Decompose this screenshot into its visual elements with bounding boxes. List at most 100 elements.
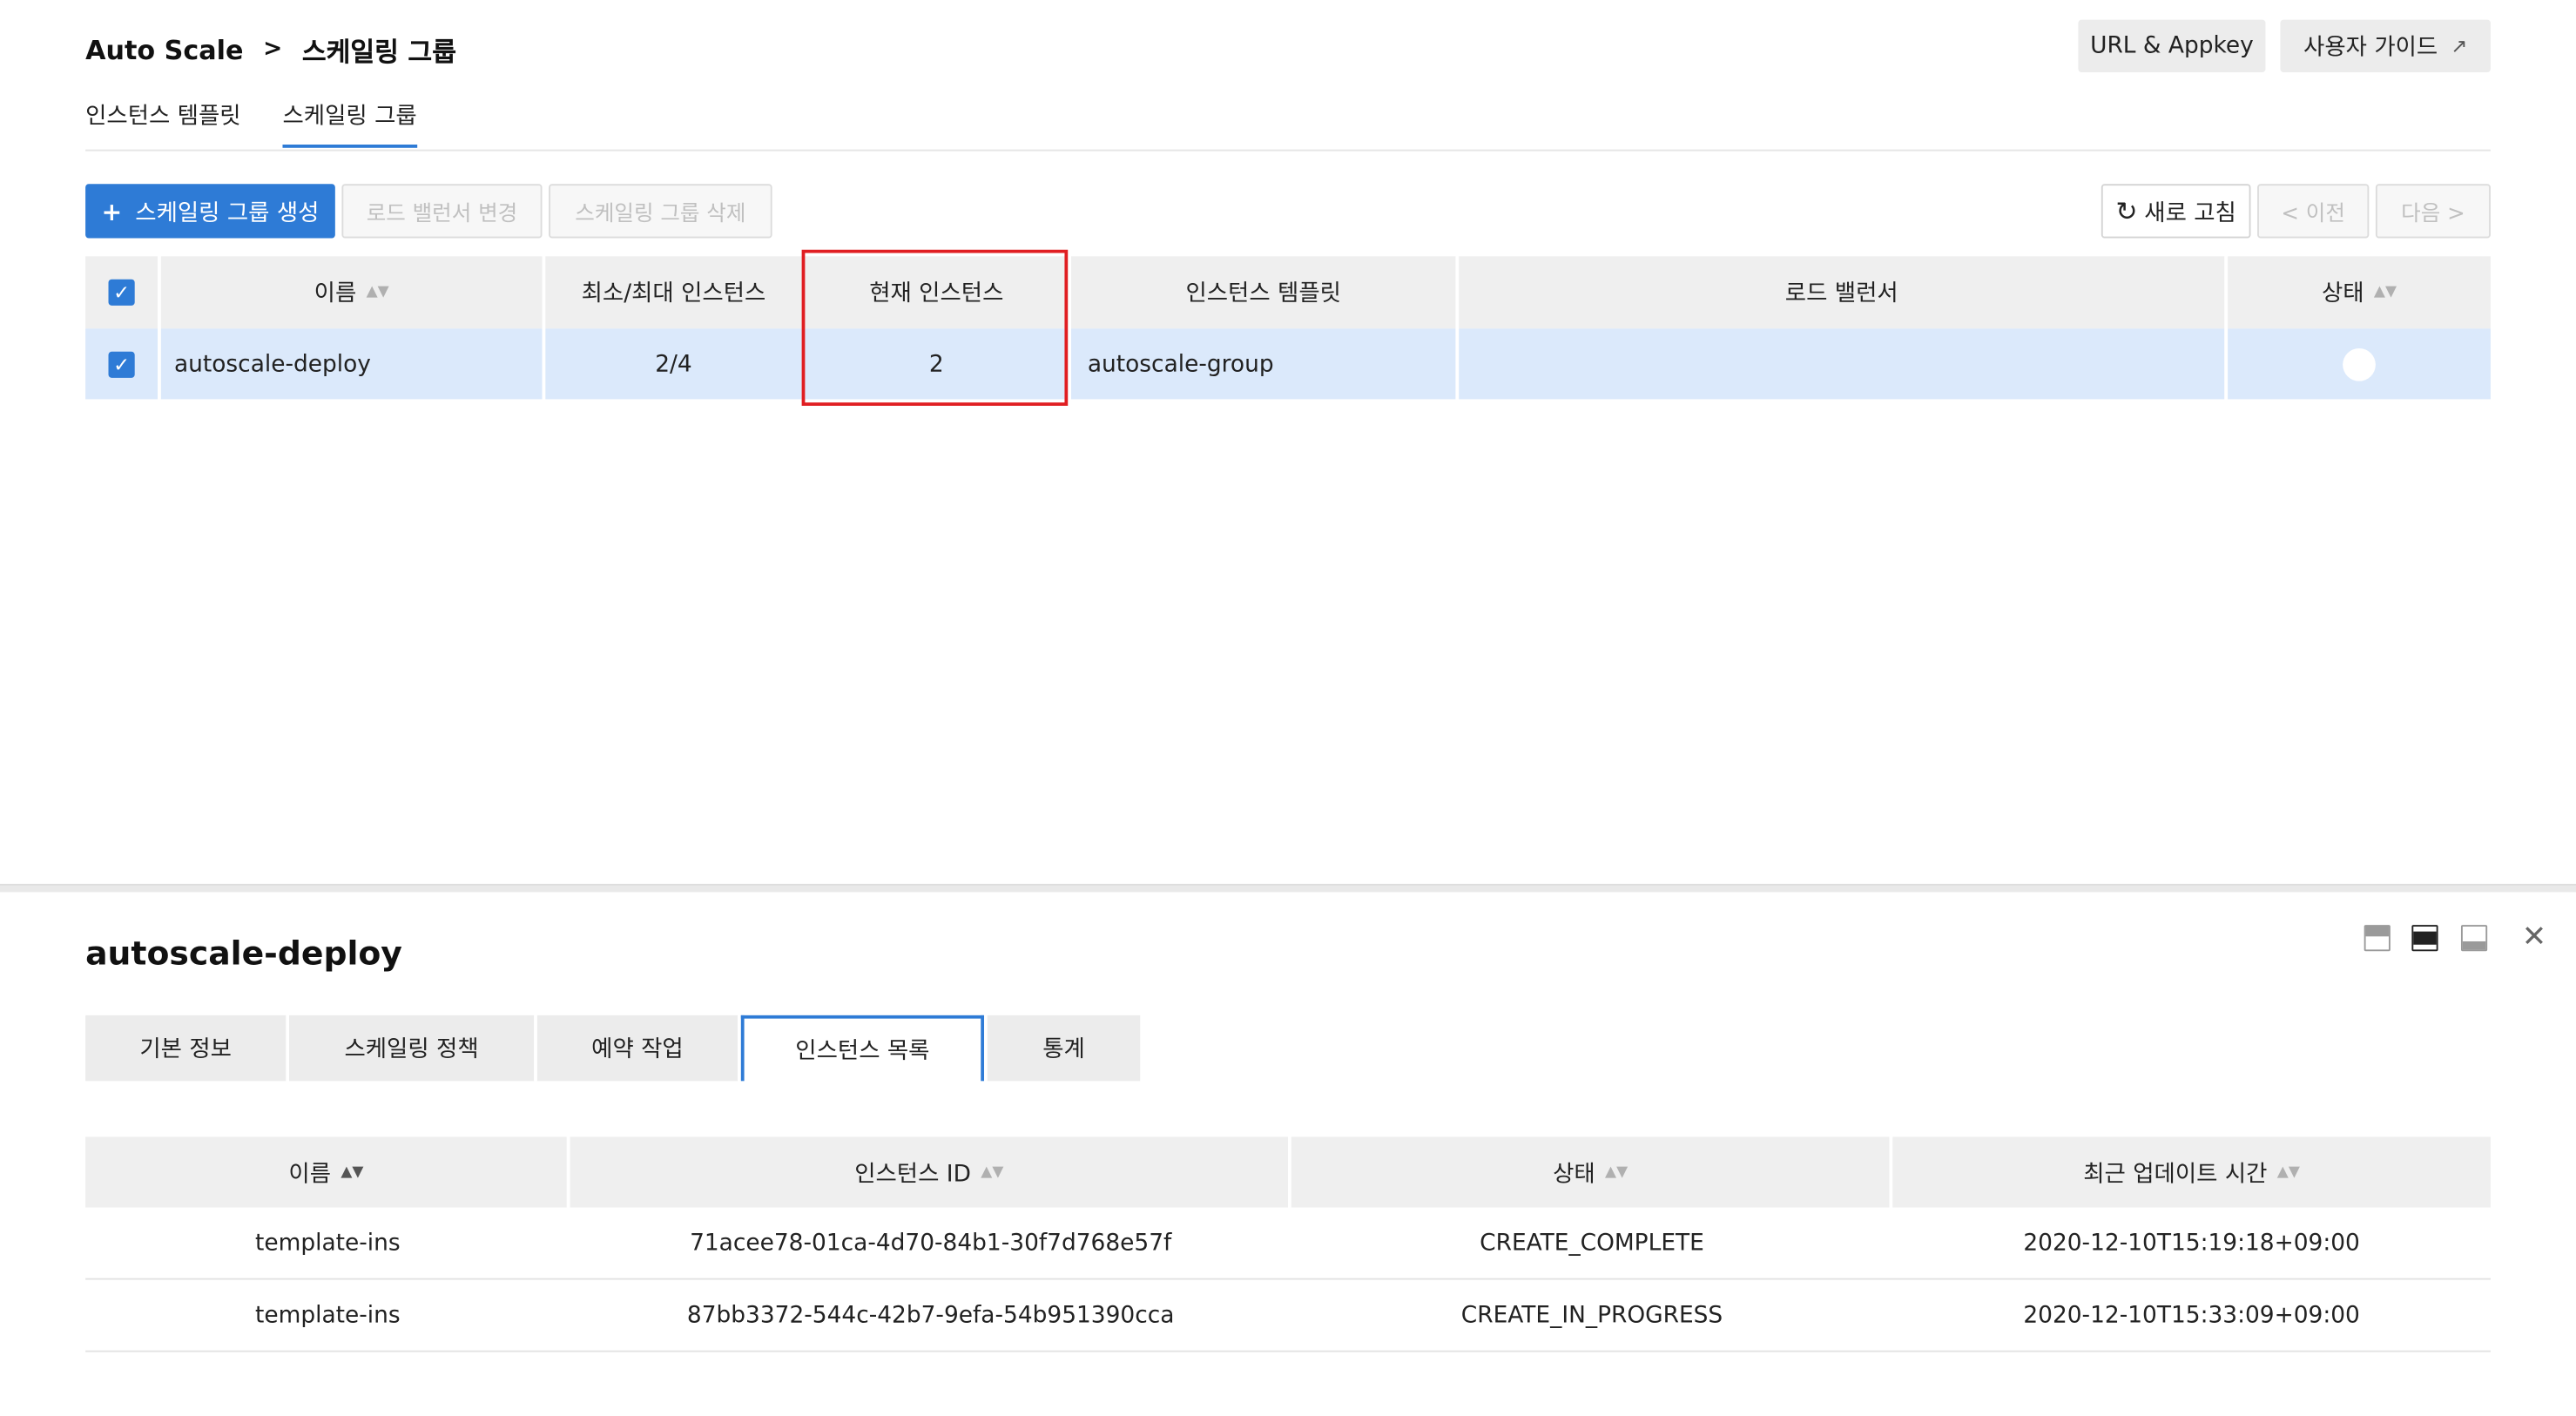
tab-label: 인스턴스 템플릿 [85,103,241,131]
header-label: 이름 [314,280,357,307]
instance-id: 71acee78-01ca-4d70-84b1-30f7d768e57f [690,1230,1172,1257]
select-all-cell: ✓ [85,256,158,329]
instance-name: template-ins [255,1302,401,1329]
group-name: autoscale-deploy [173,350,371,377]
url-appkey-label: URL & Appkey [2090,32,2254,59]
sort-icon: ▲▼ [1605,1163,1629,1181]
header-label: 인스턴스 템플릿 [1185,280,1341,307]
breadcrumb: Auto Scale > 스케일링 그룹 [85,30,456,69]
tab-statistics[interactable]: 통계 [987,1015,1141,1082]
layout-middle-icon[interactable] [2411,925,2438,952]
column-header-status[interactable]: 상태 ▲▼ [1291,1136,1890,1208]
row-select-cell: ✓ [85,328,158,400]
header-label: 최근 업데이트 시간 [2083,1160,2268,1187]
instance-updated-cell: 2020-12-10T15:19:18+09:00 [1892,1208,2491,1278]
instance-id-cell: 71acee78-01ca-4d70-84b1-30f7d768e57f [570,1208,1291,1278]
column-header-template: 인스턴스 템플릿 [1070,256,1456,329]
change-load-balancer-button[interactable]: 로드 밸런서 변경 [341,184,543,239]
create-scaling-group-button[interactable]: + 스케일링 그룹 생성 [85,184,335,239]
instance-status-cell: CREATE_IN_PROGRESS [1291,1280,1892,1351]
group-name-cell[interactable]: autoscale-deploy [160,328,543,400]
highlight-box [801,249,1069,406]
layout-top-icon[interactable] [2364,925,2391,952]
header-label: 상태 [2321,280,2364,307]
tab-label: 인스턴스 목록 [795,1038,930,1065]
sort-icon: ▲▼ [341,1163,364,1181]
sort-icon: ▲▼ [981,1163,1004,1181]
header-label: 인스턴스 ID [854,1160,971,1187]
change-lb-label: 로드 밸런서 변경 [366,202,518,227]
instance-id-cell: 87bb3372-544c-42b7-9efa-54b951390cca [570,1280,1291,1351]
min-max-value: 2/4 [655,350,692,377]
table-row[interactable]: template-ins 87bb3372-544c-42b7-9efa-54b… [85,1280,2491,1351]
layout-bottom-icon[interactable] [2460,925,2488,952]
column-header-load-balancer: 로드 밸런서 [1459,256,2225,329]
instance-status: CREATE_COMPLETE [1480,1230,1704,1257]
column-header-min-max: 최소/최대 인스턴스 [545,256,802,329]
next-page-button[interactable]: 다음 > [2375,184,2491,239]
create-label: 스케일링 그룹 생성 [135,199,320,226]
instances-table-header: 이름 ▲▼ 인스턴스 ID ▲▼ 상태 ▲▼ 최근 업데이트 시간 ▲▼ [85,1136,2491,1208]
table-row[interactable]: template-ins 71acee78-01ca-4d70-84b1-30f… [85,1208,2491,1278]
next-label: 다음 > [2401,202,2465,227]
groups-table-header: ✓ 이름 ▲▼ 최소/최대 인스턴스 현재 인스턴스 인스턴스 템플릿 로드 밸런… [85,256,2491,329]
prev-label: < 이전 [2281,202,2345,227]
delete-label: 스케일링 그룹 삭제 [575,202,746,227]
column-header-status[interactable]: 상태 ▲▼ [2228,256,2491,329]
instance-name-cell: template-ins [85,1280,570,1351]
tab-scaling-group[interactable]: 스케일링 그룹 [282,98,417,148]
sort-icon: ▲▼ [2276,1163,2300,1181]
url-appkey-button[interactable]: URL & Appkey [2078,19,2266,73]
tab-label: 스케일링 정책 [344,1036,479,1063]
tab-scheduled-jobs[interactable]: 예약 작업 [536,1015,738,1082]
chevron-right-icon: > [263,36,283,63]
instance-status: CREATE_IN_PROGRESS [1460,1302,1723,1329]
plus-icon: + [101,196,123,226]
divider [85,149,2491,152]
tab-label: 통계 [1042,1036,1085,1063]
prev-page-button[interactable]: < 이전 [2257,184,2370,239]
detail-title: autoscale-deploy [85,933,402,973]
tab-instance-list[interactable]: 인스턴스 목록 [740,1015,985,1082]
refresh-label: 새로 고침 [2144,199,2236,226]
column-header-instance-id[interactable]: 인스턴스 ID ▲▼ [570,1136,1289,1208]
template-value: autoscale-group [1087,350,1274,377]
row-divider [85,1350,2491,1352]
instance-name: template-ins [255,1230,401,1257]
refresh-icon: ↻ [2115,195,2138,227]
instance-status-cell: CREATE_COMPLETE [1291,1208,1892,1278]
refresh-button[interactable]: ↻ 새로 고침 [2101,184,2251,239]
header-label: 최소/최대 인스턴스 [581,280,766,307]
delete-scaling-group-button[interactable]: 스케일링 그룹 삭제 [549,184,772,239]
sort-icon: ▲▼ [366,284,389,301]
instance-updated: 2020-12-10T15:33:09+09:00 [2023,1302,2360,1329]
header-label: 이름 [288,1160,332,1187]
tab-basic-info[interactable]: 기본 정보 [85,1015,287,1082]
column-header-name[interactable]: 이름 ▲▼ [85,1136,567,1208]
instance-id: 87bb3372-544c-42b7-9efa-54b951390cca [686,1302,1175,1329]
instance-name-cell: template-ins [85,1208,570,1278]
tab-label: 스케일링 그룹 [282,103,417,131]
panel-resize-handle[interactable] [0,883,2576,893]
tab-label: 예약 작업 [591,1036,684,1063]
close-icon[interactable]: ✕ [2522,920,2546,954]
column-header-updated[interactable]: 최근 업데이트 시간 ▲▼ [1892,1136,2491,1208]
load-balancer-cell [1459,328,2225,400]
table-row[interactable]: ✓ autoscale-deploy 2/4 2 autoscale-group [85,328,2491,400]
user-guide-label: 사용자 가이드 [2303,34,2438,61]
tab-instance-template[interactable]: 인스턴스 템플릿 [85,98,241,131]
column-header-name[interactable]: 이름 ▲▼ [160,256,543,329]
breadcrumb-root[interactable]: Auto Scale [85,34,243,65]
row-checkbox[interactable]: ✓ [108,350,135,377]
sort-icon: ▲▼ [2373,284,2397,301]
status-cell [2228,328,2491,400]
user-guide-button[interactable]: 사용자 가이드 ↗ [2280,19,2491,73]
external-link-icon: ↗ [2451,34,2468,58]
status-indicator-icon [2343,347,2376,381]
header-label: 상태 [1553,1160,1595,1187]
select-all-checkbox[interactable]: ✓ [108,279,135,306]
min-max-cell: 2/4 [545,328,802,400]
template-cell: autoscale-group [1070,328,1456,400]
breadcrumb-current: 스케일링 그룹 [301,36,456,68]
tab-scaling-policy[interactable]: 스케일링 정책 [289,1015,535,1082]
